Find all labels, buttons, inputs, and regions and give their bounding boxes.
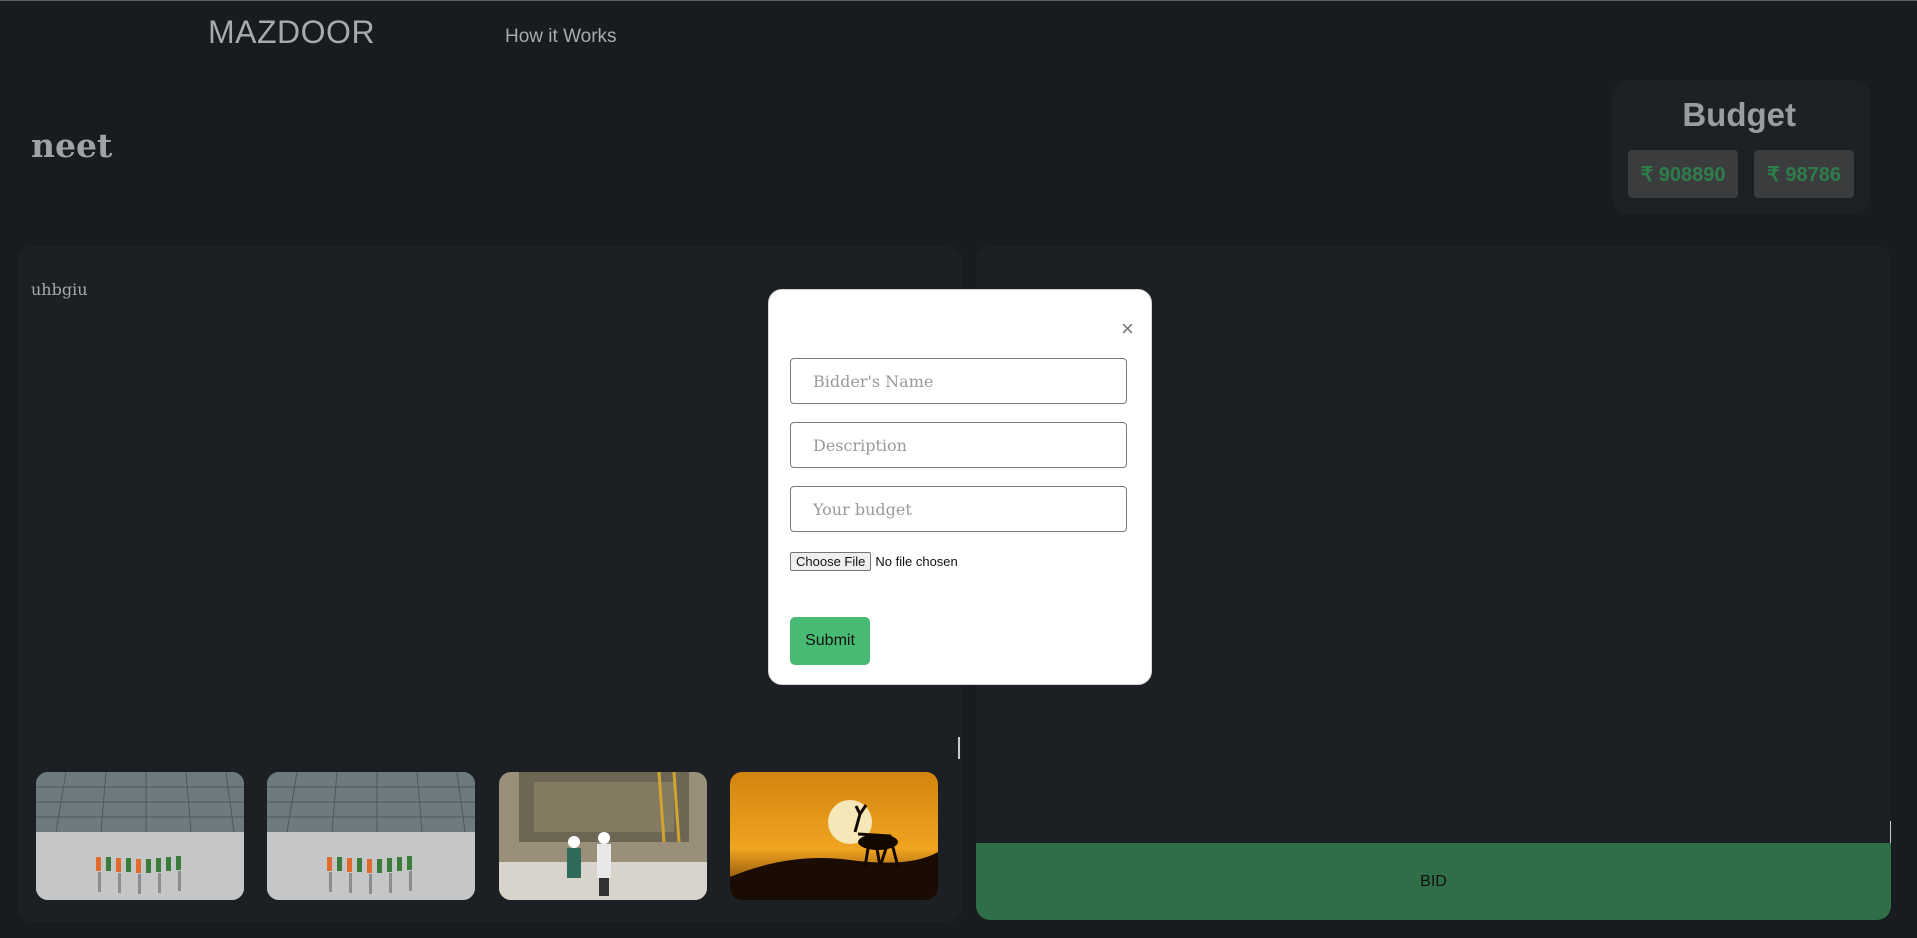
job-description: uhbgiu xyxy=(31,280,88,299)
top-border xyxy=(0,0,1917,1)
job-image-thumbnail[interactable] xyxy=(267,772,475,900)
job-image-thumbnail[interactable] xyxy=(499,772,707,900)
description-input[interactable] xyxy=(790,422,1127,468)
job-image-thumbnail[interactable] xyxy=(730,772,938,900)
budget-title: Budget xyxy=(1682,96,1796,133)
budget-max-badge: ₹ 98786 xyxy=(1754,150,1854,198)
budget-min-badge: ₹ 908890 xyxy=(1628,150,1738,198)
job-title: neet xyxy=(31,126,113,165)
budget-card: Budget ₹ 908890 ₹ 98786 xyxy=(1612,80,1870,214)
file-status: No file chosen xyxy=(875,554,958,569)
close-icon[interactable]: × xyxy=(1121,318,1134,340)
scroll-indicator xyxy=(1890,821,1891,843)
budget-input[interactable] xyxy=(790,486,1127,532)
bidder-name-input[interactable] xyxy=(790,358,1127,404)
bid-modal: × Choose File No file chosen Submit xyxy=(768,289,1152,685)
brand-logo[interactable]: MAZDOOR xyxy=(208,14,375,51)
file-upload: Choose File No file chosen xyxy=(790,552,958,571)
bid-button[interactable]: BID xyxy=(976,843,1891,920)
job-image-thumbnail[interactable] xyxy=(36,772,244,900)
text-caret xyxy=(958,737,960,759)
choose-file-button[interactable]: Choose File xyxy=(790,552,872,571)
nav-how-it-works[interactable]: How it Works xyxy=(505,26,617,48)
submit-button[interactable]: Submit xyxy=(790,617,870,665)
